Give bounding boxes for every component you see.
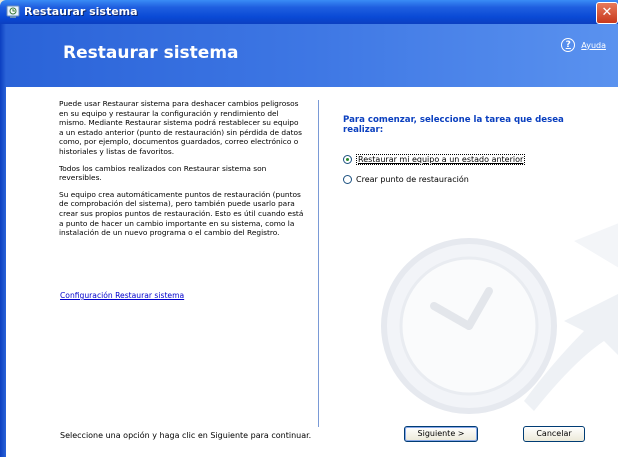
header-banner: Restaurar sistema ? Ayuda (6, 24, 618, 87)
main-panel: Puede usar Restaurar sistema para deshac… (6, 87, 618, 457)
radio-restore[interactable] (343, 155, 352, 164)
help-icon[interactable]: ? (561, 38, 576, 52)
system-restore-icon (6, 5, 20, 18)
footer-instruction: Seleccione una opción y haga clic en Sig… (60, 431, 312, 440)
clock-watermark-icon (381, 223, 618, 414)
help-label[interactable]: Ayuda (581, 41, 606, 50)
task-heading: Para comenzar, seleccione la tarea que d… (343, 115, 564, 135)
description-paragraph: Todos los cambios realizados con Restaur… (59, 163, 267, 183)
option-restore[interactable]: Restaurar mi equipo a un estado anterior (343, 154, 526, 165)
description-paragraph: Puede usar Restaurar sistema para deshac… (59, 99, 302, 156)
window-title: Restaurar sistema (24, 5, 138, 18)
cancel-button[interactable]: Cancelar (523, 426, 585, 442)
option-create-point[interactable]: Crear punto de restauración (343, 175, 469, 184)
pane-divider (318, 100, 319, 427)
option-restore-label[interactable]: Restaurar mi equipo a un estado anterior (356, 154, 526, 165)
settings-link[interactable]: Configuración Restaurar sistema (60, 291, 184, 300)
help-link[interactable]: ? Ayuda (561, 38, 606, 52)
close-button[interactable]: ✕ (596, 2, 618, 24)
next-button[interactable]: Siguiente > (404, 426, 478, 442)
description-pane: Puede usar Restaurar sistema para deshac… (59, 99, 304, 245)
option-create-point-label[interactable]: Crear punto de restauración (356, 175, 469, 184)
title-bar: Restaurar sistema ✕ (0, 0, 618, 24)
page-title: Restaurar sistema (63, 43, 239, 63)
radio-create-point[interactable] (343, 175, 352, 184)
description-paragraph: Su equipo crea automáticamente puntos de… (59, 189, 304, 238)
